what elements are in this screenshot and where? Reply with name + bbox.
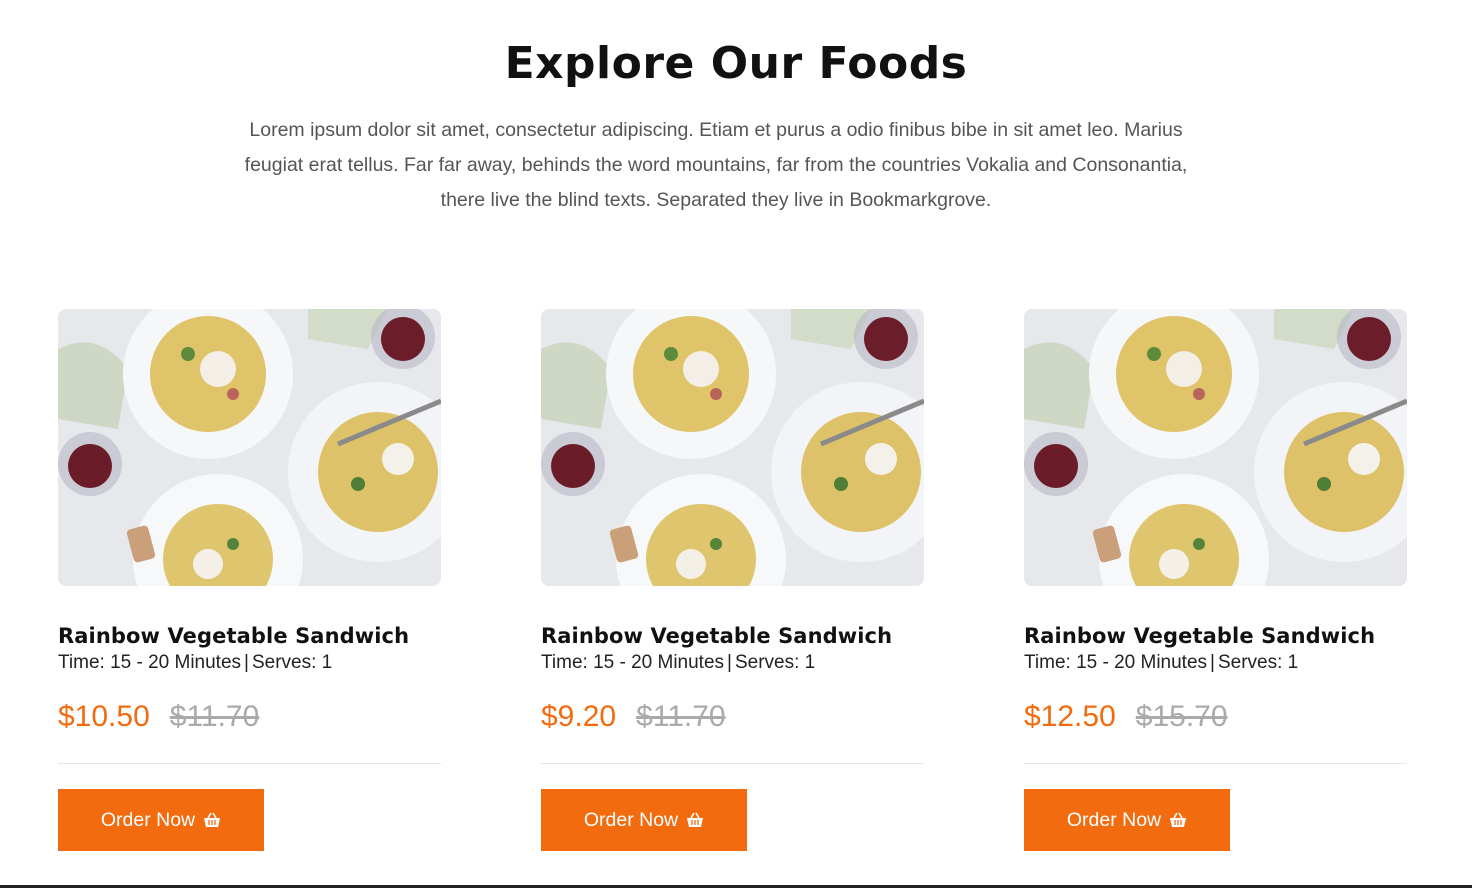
basket-icon [686, 811, 704, 829]
food-image[interactable] [541, 309, 924, 586]
food-image[interactable] [58, 309, 441, 586]
meta-separator: | [727, 652, 732, 673]
old-price: $11.70 [169, 700, 260, 733]
food-meta: Time: 15 - 20 Minutes | Serves: 1 [1024, 652, 1407, 674]
section-title: Explore Our Foods [504, 38, 968, 89]
card-divider [541, 763, 924, 764]
prep-time: Time: 15 - 20 Minutes [541, 652, 725, 673]
food-image[interactable] [1024, 309, 1407, 586]
pasta-image-icon [541, 309, 924, 586]
food-title[interactable]: Rainbow Vegetable Sandwich [1024, 624, 1407, 648]
serves: Serves: 1 [734, 652, 816, 673]
section-description: Lorem ipsum dolor sit amet, consectetur … [244, 119, 1188, 211]
price-row: $12.50 $15.70 [1024, 696, 1407, 738]
card-divider [1024, 763, 1407, 764]
serves: Serves: 1 [1217, 652, 1299, 673]
order-now-label: Order Now [583, 808, 679, 831]
current-price: $10.50 [58, 700, 150, 733]
food-cards: Rainbow Vegetable Sandwich Time: 15 - 20… [58, 309, 1407, 869]
prep-time: Time: 15 - 20 Minutes [1024, 652, 1208, 673]
order-now-label: Order Now [100, 808, 196, 831]
basket-icon [203, 811, 221, 829]
food-card: Rainbow Vegetable Sandwich Time: 15 - 20… [1024, 309, 1407, 851]
food-card: Rainbow Vegetable Sandwich Time: 15 - 20… [58, 309, 441, 851]
meta-separator: | [1210, 652, 1215, 673]
order-now-button[interactable]: Order Now [58, 789, 264, 851]
order-now-label: Order Now [1066, 808, 1162, 831]
serves: Serves: 1 [251, 652, 333, 673]
price-row: $9.20 $11.70 [541, 696, 924, 738]
food-meta: Time: 15 - 20 Minutes | Serves: 1 [541, 652, 924, 674]
order-now-button[interactable]: Order Now [1024, 789, 1230, 851]
current-price: $12.50 [1024, 700, 1116, 733]
current-price: $9.20 [541, 700, 617, 733]
prep-time: Time: 15 - 20 Minutes [58, 652, 242, 673]
card-divider [58, 763, 441, 764]
order-now-button[interactable]: Order Now [541, 789, 747, 851]
basket-icon [1169, 811, 1187, 829]
old-price: $11.70 [636, 700, 726, 733]
food-title[interactable]: Rainbow Vegetable Sandwich [58, 624, 441, 648]
food-title[interactable]: Rainbow Vegetable Sandwich [541, 624, 924, 648]
meta-separator: | [244, 652, 249, 673]
food-meta: Time: 15 - 20 Minutes | Serves: 1 [58, 652, 441, 674]
old-price: $15.70 [1135, 700, 1228, 733]
pasta-image-icon [1024, 309, 1407, 586]
pasta-image-icon [58, 309, 441, 586]
food-card: Rainbow Vegetable Sandwich Time: 15 - 20… [541, 309, 924, 851]
price-row: $10.50 $11.70 [58, 696, 441, 738]
